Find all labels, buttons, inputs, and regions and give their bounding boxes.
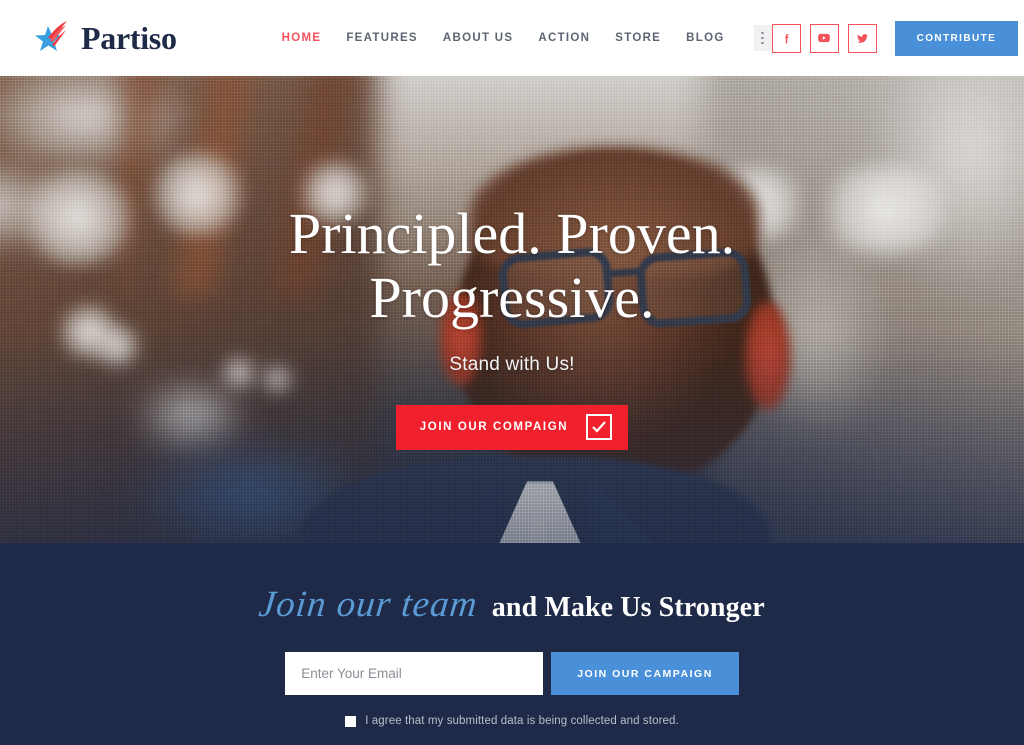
hero-title-line-2: Progressive. [369,264,655,330]
consent-row: I agree that my submitted data is being … [345,715,679,727]
join-heading-script: Join our team [257,584,480,625]
consent-checkbox[interactable] [345,715,357,727]
nav-item-store[interactable]: STORE [615,32,661,44]
dot [761,41,764,45]
header-actions: CONTRIBUTE [771,20,1019,56]
hero-title-line-1: Principled. Proven. [288,201,736,266]
main-navigation: HOME FEATURES ABOUT US ACTION STORE BLOG [282,25,772,51]
hero-banner: Principled. Proven. Progressive. Stand w… [0,76,1024,543]
youtube-icon[interactable] [809,23,839,53]
join-heading: Join our team and Make Us Stronger [257,583,765,626]
dot [761,36,764,40]
star-swoosh-logo-icon [28,16,72,60]
hero-cta-label: JOIN OUR COMPAIGN [419,421,569,434]
hero-subtitle: Stand with Us! [449,353,575,375]
vertical-dots-icon[interactable] [753,25,772,51]
contribute-button[interactable]: CONTRIBUTE [894,20,1019,56]
consent-label: I agree that my submitted data is being … [365,715,679,727]
join-campaign-submit-button[interactable]: JOIN OUR CAMPAIGN [551,652,739,695]
nav-item-action[interactable]: ACTION [538,32,590,44]
nav-item-blog[interactable]: BLOG [686,32,724,44]
facebook-icon[interactable] [771,23,801,53]
hero-title: Principled. Proven. Progressive. [289,202,735,330]
nav-item-about-us[interactable]: ABOUT US [443,32,513,44]
site-header: Partiso HOME FEATURES ABOUT US ACTION ST… [0,0,1024,76]
dot [761,31,764,35]
nav-item-features[interactable]: FEATURES [346,32,418,44]
hero-content: Principled. Proven. Progressive. Stand w… [0,76,1024,543]
email-input[interactable] [285,652,544,695]
brand-name: Partiso [81,20,177,56]
twitter-icon[interactable] [847,23,877,53]
join-team-section: Join our team and Make Us Stronger JOIN … [0,543,1024,745]
join-campaign-hero-button[interactable]: JOIN OUR COMPAIGN [395,404,629,450]
join-signup-form: JOIN OUR CAMPAIGN [285,652,739,695]
brand-logo[interactable]: Partiso [28,16,177,60]
checkbox-check-icon [586,414,613,441]
join-heading-bold: and Make Us Stronger [491,592,765,623]
nav-item-home[interactable]: HOME [282,32,322,44]
